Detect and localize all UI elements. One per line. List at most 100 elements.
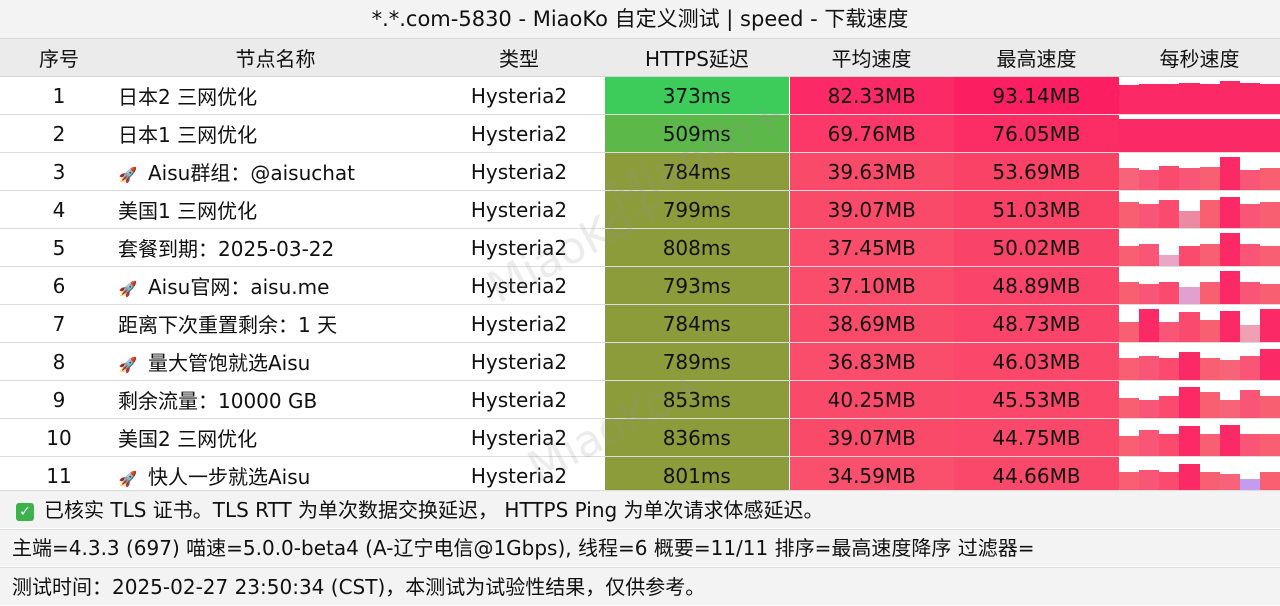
max-speed: 93.14MB — [954, 76, 1119, 115]
sparkline-bar — [1119, 357, 1140, 380]
rocket-icon: 🚀 — [118, 280, 138, 298]
table-row[interactable]: 5 套餐到期：2025-03-22 Hysteria2 808ms 37.45MB 50.… — [0, 228, 1280, 267]
node-name: 美国1 三网优化 — [118, 199, 258, 223]
sparkline-bar — [1219, 424, 1240, 456]
sparkline-bar — [1239, 243, 1260, 266]
sparkline — [1119, 381, 1280, 418]
sparkline-bar — [1139, 355, 1160, 380]
col-header-per-second-speed[interactable]: 每秒速度 — [1119, 39, 1280, 77]
sparkline — [1119, 343, 1280, 380]
node-type: Hysteria2 — [433, 76, 605, 115]
table-row[interactable]: 6 🚀 Aisu官网：aisu.me Hysteria2 793ms 37.10MB 48.… — [0, 266, 1280, 305]
per-second-speed-sparkline — [1119, 266, 1280, 305]
col-header-https-latency[interactable]: HTTPS延迟 — [605, 39, 789, 77]
tls-note: ✓ 已核实 TLS 证书。TLS RTT 为单次数据交换延迟， HTTPS Pin… — [0, 490, 1280, 528]
sparkline — [1119, 305, 1280, 342]
sparkline-bar — [1219, 80, 1240, 114]
sparkline-bar — [1199, 319, 1220, 342]
row-index: 5 — [0, 228, 118, 267]
per-second-speed-sparkline — [1119, 342, 1280, 381]
max-speed: 53.69MB — [954, 152, 1119, 191]
sparkline-bar — [1219, 118, 1240, 152]
window-title: *.*.com-5830 - MiaoKo 自定义测试 | speed - 下载… — [0, 0, 1280, 39]
https-latency: 793ms — [605, 266, 790, 305]
node-name: 量大管饱就选Aisu — [148, 351, 311, 375]
sparkline — [1119, 153, 1280, 190]
avg-speed: 37.45MB — [789, 228, 954, 267]
https-latency: 799ms — [605, 190, 790, 229]
col-header-max-speed[interactable]: 最高速度 — [954, 39, 1119, 77]
sparkline-bar — [1139, 430, 1160, 456]
table-row[interactable]: 7 距离下次重置剩余：1 天 Hysteria2 784ms 38.69MB 48.73M… — [0, 304, 1280, 343]
sparkline-bar — [1259, 202, 1280, 228]
sparkline-bar — [1159, 357, 1180, 380]
sparkline-bar — [1179, 167, 1200, 190]
sparkline-bar — [1239, 169, 1260, 190]
sparkline-bar — [1139, 203, 1160, 228]
per-second-speed-sparkline — [1119, 76, 1280, 115]
row-index: 6 — [0, 266, 118, 305]
per-second-speed-sparkline — [1119, 380, 1280, 419]
sparkline-bar — [1219, 359, 1240, 380]
col-header-node-name[interactable]: 节点名称 — [118, 39, 433, 77]
node-name: 剩余流量：10000 GB — [118, 389, 318, 413]
node-name-cell: 🚀 Aisu官网：aisu.me — [118, 266, 433, 305]
avg-speed: 40.25MB — [789, 380, 954, 419]
sparkline-bar — [1159, 321, 1180, 342]
sparkline-bar — [1219, 270, 1240, 304]
header-row: 序号 节点名称 类型 HTTPS延迟 平均速度 最高速度 每秒速度 — [0, 39, 1280, 77]
sparkline-bar — [1119, 118, 1140, 152]
sparkline-bar — [1139, 308, 1160, 342]
sparkline-bar — [1119, 85, 1140, 114]
table-row[interactable]: 10 美国2 三网优化 Hysteria2 836ms 39.07MB 44.75MB — [0, 418, 1280, 457]
per-second-speed-sparkline — [1119, 152, 1280, 191]
sparkline-bar — [1179, 287, 1200, 304]
max-speed: 48.89MB — [954, 266, 1119, 305]
https-latency: 784ms — [605, 152, 790, 191]
node-type: Hysteria2 — [433, 456, 605, 495]
sparkline-bar — [1179, 245, 1200, 266]
table-row[interactable]: 9 剩余流量：10000 GB Hysteria2 853ms 40.25MB 45.53… — [0, 380, 1280, 419]
node-type: Hysteria2 — [433, 304, 605, 343]
sparkline-bar — [1259, 395, 1280, 418]
sparkline-bar — [1219, 399, 1240, 418]
node-name: 套餐到期：2025-03-22 — [118, 237, 335, 261]
sparkline-bar — [1259, 118, 1280, 152]
sparkline — [1119, 191, 1280, 228]
sparkline-bar — [1119, 202, 1140, 228]
sparkline-bar — [1199, 392, 1220, 418]
sparkline — [1119, 267, 1280, 304]
sparkline-bar — [1159, 395, 1180, 418]
sparkline-bar — [1259, 84, 1280, 114]
table-row[interactable]: 4 美国1 三网优化 Hysteria2 799ms 39.07MB 51.03MB — [0, 190, 1280, 229]
col-header-type[interactable]: 类型 — [433, 39, 605, 77]
col-header-index[interactable]: 序号 — [0, 39, 118, 77]
node-type: Hysteria2 — [433, 114, 605, 153]
table-row[interactable]: 2 日本1 三网优化 Hysteria2 509ms 69.76MB 76.05MB — [0, 114, 1280, 153]
sparkline-bar — [1259, 283, 1280, 304]
table-row[interactable]: 1 日本2 三网优化 Hysteria2 373ms 82.33MB 93.14MB — [0, 76, 1280, 115]
sparkline-bar — [1239, 82, 1260, 114]
table-row[interactable]: 3 🚀 Aisu群组：@aisuchat Hysteria2 784ms 39.63MB 5… — [0, 152, 1280, 191]
sparkline — [1119, 229, 1280, 266]
col-header-avg-speed[interactable]: 平均速度 — [789, 39, 954, 77]
https-latency: 808ms — [605, 228, 790, 267]
sparkline-bar — [1219, 310, 1240, 342]
sparkline — [1119, 115, 1280, 152]
node-name: Aisu官网：aisu.me — [148, 275, 330, 299]
sparkline-bar — [1219, 196, 1240, 228]
sparkline-bar — [1199, 243, 1220, 266]
table-row[interactable]: 11 🚀 快人一步就选Aisu Hysteria2 801ms 34.59MB 44.66M… — [0, 456, 1280, 495]
node-name: 快人一步就选Aisu — [148, 465, 311, 489]
sparkline-bar — [1239, 390, 1260, 418]
table-row[interactable]: 8 🚀 量大管饱就选Aisu Hysteria2 789ms 36.83MB 46.03MB — [0, 342, 1280, 381]
node-type: Hysteria2 — [433, 418, 605, 457]
sparkline-bar — [1179, 211, 1200, 228]
test-time: 测试时间：2025-02-27 23:50:34 (CST)，本测试为试验性结果… — [0, 567, 1280, 605]
sparkline-bar — [1139, 283, 1160, 304]
sparkline-bar — [1239, 325, 1260, 342]
sparkline-bar — [1119, 435, 1140, 456]
results-body: 1 日本2 三网优化 Hysteria2 373ms 82.33MB 93.14MB 2 日本… — [0, 76, 1280, 495]
sparkline-bar — [1199, 281, 1220, 304]
avg-speed: 39.63MB — [789, 152, 954, 191]
